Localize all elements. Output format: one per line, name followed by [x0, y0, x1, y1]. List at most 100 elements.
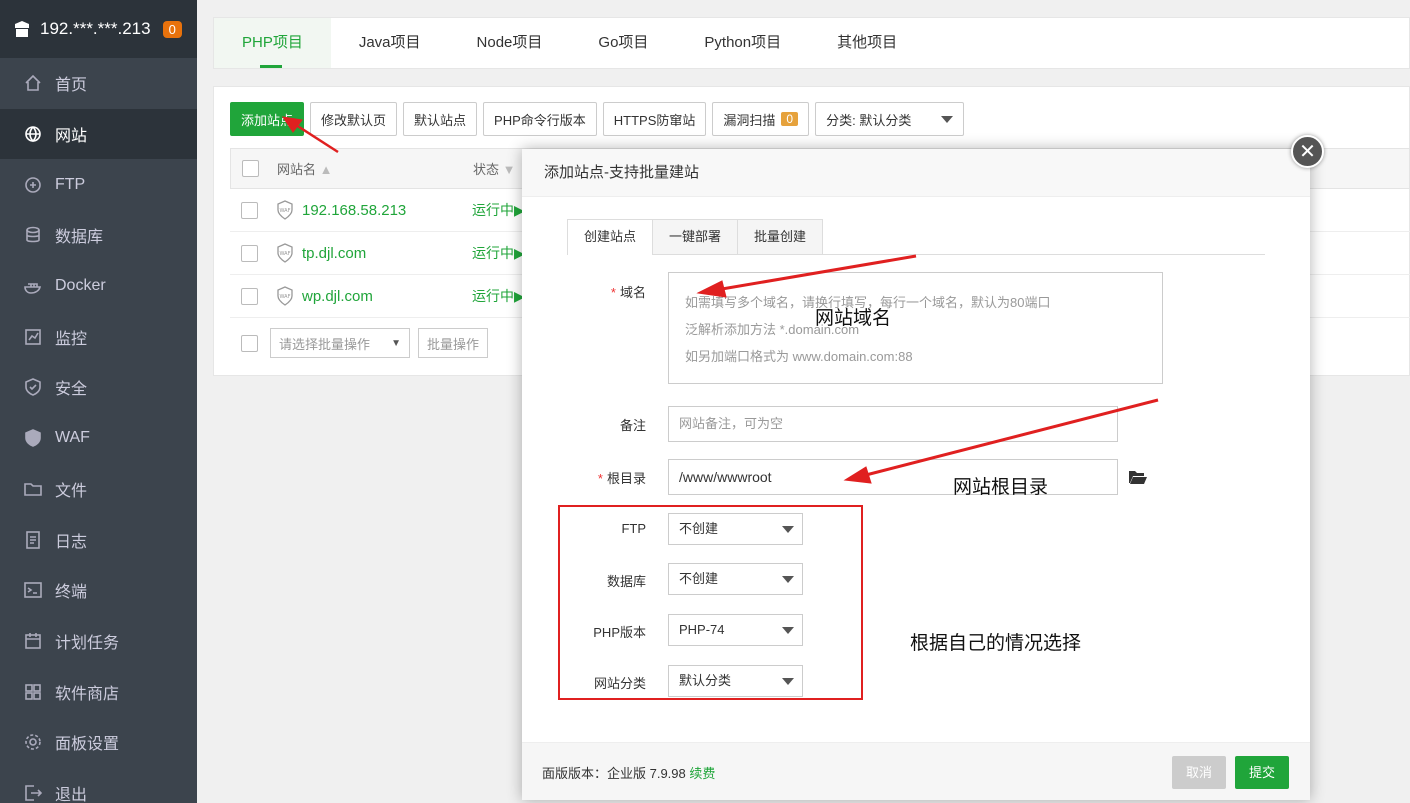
dialog-tabs: 创建站点 一键部署 批量创建	[567, 219, 1265, 255]
panel-version: 面版版本：企业版 7.9.98 续费	[542, 763, 715, 782]
sidebar-item-label: 软件商店	[55, 685, 120, 703]
server-header: 192.***.***.213 0	[0, 0, 197, 58]
svg-text:WAF: WAF	[280, 251, 291, 257]
modify-default-page-button[interactable]: 修改默认页	[310, 102, 398, 136]
sidebar-item-settings[interactable]: 面板设置	[0, 717, 197, 768]
sidebar-item-terminal[interactable]: 终端	[0, 565, 197, 616]
sidebar-item-label: WAF	[55, 429, 90, 447]
add-site-button[interactable]: 添加站点	[230, 102, 305, 136]
root-dir-input[interactable]: /www/wwwroot	[668, 459, 1118, 495]
sidebar-item-website[interactable]: 网站	[0, 108, 197, 160]
https-guard-button[interactable]: HTTPS防窜站	[602, 102, 707, 136]
dialog-footer: 面版版本：企业版 7.9.98 续费 取消 提交	[522, 742, 1310, 800]
sort-up-icon: ▲	[319, 162, 333, 177]
choose-annotation: 根据自己的情况选择	[910, 633, 1082, 654]
domain-label: * 域名	[610, 285, 646, 300]
svg-text:WAF: WAF	[280, 208, 291, 214]
renew-link[interactable]: 续费	[689, 766, 715, 781]
site-name: wp.djl.com	[302, 287, 373, 305]
sidebar-item-logout[interactable]: 退出	[0, 768, 197, 803]
row-checkbox[interactable]	[241, 201, 258, 219]
domain-placeholder-line: 泛解析添加方法 *.domain.com	[685, 322, 860, 337]
version-text: 面版版本：企业版 7.9.98	[542, 766, 686, 781]
sidebar-item-label: Docker	[55, 277, 106, 295]
sidebar-item-waf[interactable]: WAF	[0, 413, 197, 464]
php-cli-version-button[interactable]: PHP命令行版本	[483, 102, 597, 136]
category-select-value: 分类: 默认分类	[826, 112, 912, 128]
site-link[interactable]: WAF wp.djl.com	[276, 286, 472, 306]
sidebar-item-store[interactable]: 软件商店	[0, 666, 197, 717]
sidebar-item-logs[interactable]: 日志	[0, 514, 197, 565]
domain-placeholder-line: 如需填写多个域名，请换行填写，每行一个域名，默认为80端口	[685, 295, 1051, 310]
sidebar-item-home[interactable]: 首页	[0, 58, 197, 109]
batch-action-button[interactable]: 批量操作	[418, 328, 489, 358]
select-all-checkbox[interactable]	[242, 160, 259, 177]
sidebar-item-label: 监控	[55, 330, 88, 348]
site-link[interactable]: WAF 192.168.58.213	[276, 200, 472, 220]
col-status-header[interactable]: 状态 ▼	[473, 159, 516, 178]
sidebar-item-label: 面板设置	[55, 736, 120, 754]
batch-select[interactable]: 请选择批量操作 ▼	[270, 328, 410, 358]
folder-open-icon[interactable]	[1128, 469, 1148, 485]
monitor-icon	[25, 328, 41, 345]
folder-icon	[24, 483, 42, 496]
default-site-button[interactable]: 默认站点	[403, 102, 478, 136]
waf-shield-icon: WAF	[277, 200, 293, 220]
logout-icon	[25, 785, 42, 801]
sidebar-item-label: 网站	[55, 128, 88, 146]
sidebar-item-files[interactable]: 文件	[0, 464, 197, 515]
category-select[interactable]: 分类: 默认分类	[815, 102, 965, 136]
row-checkbox[interactable]	[241, 287, 258, 305]
col-name-header[interactable]: 网站名 ▲	[277, 159, 473, 178]
sidebar-item-label: 日志	[55, 533, 88, 551]
toolbar: 添加站点 修改默认页 默认站点 PHP命令行版本 HTTPS防窜站 漏洞扫描 0…	[230, 102, 965, 136]
submit-button[interactable]: 提交	[1235, 756, 1290, 789]
tab-other[interactable]: 其他项目	[809, 18, 925, 68]
tab-one-click-deploy[interactable]: 一键部署	[652, 219, 739, 254]
sidebar-item-ftp[interactable]: FTP	[0, 159, 197, 210]
sidebar-item-docker[interactable]: Docker	[0, 261, 197, 312]
batch-select-all-checkbox[interactable]	[241, 334, 258, 352]
log-icon	[26, 530, 40, 549]
status-badge[interactable]: 运行中▶	[472, 200, 525, 220]
sidebar-item-label: 退出	[55, 786, 88, 803]
sidebar-item-monitor[interactable]: 监控	[0, 311, 197, 362]
status-badge[interactable]: 运行中▶	[472, 286, 525, 306]
batch-bar: 请选择批量操作 ▼ 批量操作	[230, 328, 489, 358]
docker-icon	[24, 283, 42, 294]
waf-shield-icon: WAF	[277, 243, 293, 263]
sidebar-item-cron[interactable]: 计划任务	[0, 616, 197, 667]
calendar-icon	[25, 632, 41, 649]
waf-shield-icon: WAF	[277, 286, 293, 306]
svg-text:WAF: WAF	[280, 294, 291, 300]
remark-input[interactable]: 网站备注，可为空	[668, 406, 1118, 442]
tab-node[interactable]: Node项目	[449, 18, 571, 68]
tab-batch-create[interactable]: 批量创建	[737, 219, 824, 254]
vuln-scan-label: 漏洞扫描	[723, 112, 776, 128]
row-checkbox[interactable]	[241, 244, 258, 262]
sidebar-item-label: 计划任务	[55, 634, 120, 652]
tab-create-site[interactable]: 创建站点	[567, 219, 654, 255]
site-link[interactable]: WAF tp.djl.com	[276, 243, 472, 263]
alert-badge[interactable]: 0	[162, 20, 182, 38]
tab-java[interactable]: Java项目	[331, 18, 449, 68]
sidebar-item-security[interactable]: 安全	[0, 362, 197, 413]
vuln-scan-button[interactable]: 漏洞扫描 0	[712, 102, 810, 136]
domain-textarea[interactable]: 如需填写多个域名，请换行填写，每行一个域名，默认为80端口 泛解析添加方法 *.…	[668, 272, 1163, 384]
sort-down-icon: ▼	[502, 162, 516, 177]
sidebar: 192.***.***.213 0 首页 网站 FTP 数据库 Docker 监…	[0, 0, 197, 803]
domain-annotation: 网站域名	[815, 308, 892, 329]
close-dialog-button[interactable]: ✕	[1291, 135, 1324, 168]
vuln-count-badge: 0	[781, 112, 799, 126]
tab-php[interactable]: PHP项目	[214, 18, 331, 68]
sidebar-item-label: 安全	[55, 381, 88, 399]
cancel-button[interactable]: 取消	[1172, 756, 1227, 789]
status-badge[interactable]: 运行中▶	[472, 243, 525, 263]
sidebar-item-label: 数据库	[55, 229, 104, 247]
grid-icon	[25, 683, 41, 700]
tab-python[interactable]: Python项目	[676, 18, 809, 68]
root-dir-label: * 根目录	[597, 471, 646, 486]
sidebar-item-database[interactable]: 数据库	[0, 210, 197, 261]
tab-go[interactable]: Go项目	[570, 18, 676, 68]
chevron-down-icon: ▼	[391, 337, 401, 349]
